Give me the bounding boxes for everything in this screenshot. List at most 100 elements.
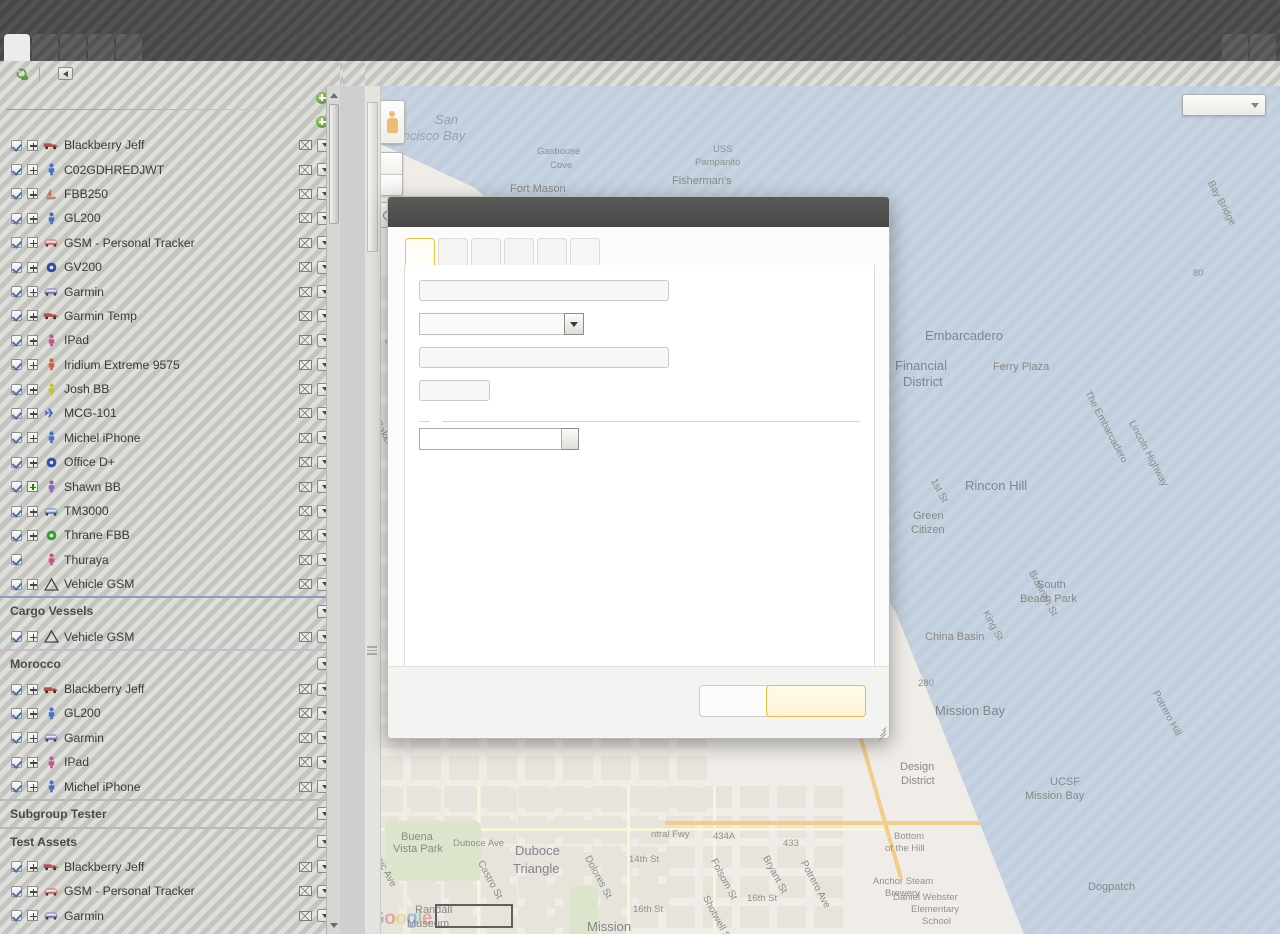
sidebar-collapse-button[interactable]: [343, 61, 365, 86]
mail-icon[interactable]: [299, 384, 312, 394]
asset-expand-icon[interactable]: [27, 237, 38, 248]
asset-expand-icon[interactable]: [27, 757, 38, 768]
chevron-down-icon[interactable]: [564, 313, 584, 335]
asset-row[interactable]: Garmin Temp: [0, 304, 340, 328]
asset-checkbox[interactable]: [11, 781, 22, 792]
asset-expand-icon[interactable]: [27, 164, 38, 175]
mail-icon[interactable]: [299, 506, 312, 516]
mail-icon[interactable]: [299, 287, 312, 297]
tab-users[interactable]: [471, 238, 501, 266]
name-input[interactable]: [419, 280, 669, 301]
asset-row[interactable]: GL200: [0, 701, 340, 725]
tab-users[interactable]: [1250, 34, 1276, 61]
asset-checkbox[interactable]: [11, 530, 22, 541]
asset-row[interactable]: IPad: [0, 750, 340, 774]
sidebar-scrollbar[interactable]: [326, 86, 340, 934]
mail-icon[interactable]: [299, 757, 312, 767]
asset-checkbox[interactable]: [11, 708, 22, 719]
asset-row[interactable]: Thuraya: [0, 548, 340, 572]
cancel-button[interactable]: [699, 685, 771, 717]
asset-expand-icon[interactable]: [27, 384, 38, 395]
asset-expand-icon[interactable]: [27, 432, 38, 443]
asset-row[interactable]: Vehicle GSM: [0, 624, 340, 648]
asset-row[interactable]: GL200: [0, 206, 340, 230]
asset-expand-icon[interactable]: [27, 408, 38, 419]
scrollbar-thumb[interactable]: [329, 104, 339, 224]
tab-reports[interactable]: [88, 34, 114, 61]
asset-checkbox[interactable]: [11, 310, 22, 321]
asset-expand-icon[interactable]: [27, 530, 38, 541]
mail-icon[interactable]: [299, 408, 312, 418]
mail-icon[interactable]: [299, 708, 312, 718]
sensitivity-input[interactable]: [419, 380, 490, 401]
asset-expand-icon[interactable]: [27, 579, 38, 590]
asset-checkbox[interactable]: [11, 432, 22, 443]
mail-icon[interactable]: [299, 684, 312, 694]
history-back-button[interactable]: [58, 67, 73, 80]
mail-icon[interactable]: [299, 733, 312, 743]
mail-icon[interactable]: [299, 213, 312, 223]
refresh-icon[interactable]: [15, 67, 28, 80]
asset-checkbox[interactable]: [11, 286, 22, 297]
mail-icon[interactable]: [299, 262, 312, 272]
dialog-title-bar[interactable]: [388, 197, 889, 227]
scroll-up-arrow[interactable]: [329, 89, 339, 101]
asset-checkbox[interactable]: [11, 886, 22, 897]
asset-checkbox[interactable]: [11, 481, 22, 492]
asset-expand-icon[interactable]: [27, 359, 38, 370]
asset-row[interactable]: FBB250: [0, 182, 340, 206]
asset-row[interactable]: Garmin: [0, 279, 340, 303]
asset-expand-icon[interactable]: [27, 781, 38, 792]
group-header[interactable]: Subgroup Tester: [0, 801, 340, 827]
asset-expand-icon[interactable]: [27, 310, 38, 321]
mail-icon[interactable]: [299, 335, 312, 345]
asset-row[interactable]: Office D+: [0, 450, 340, 474]
tab-settings[interactable]: [116, 34, 142, 61]
mail-icon[interactable]: [299, 457, 312, 467]
asset-row[interactable]: GV200: [0, 255, 340, 279]
asset-checkbox[interactable]: [11, 757, 22, 768]
mail-icon[interactable]: [299, 911, 312, 921]
asset-row[interactable]: Thrane FBB: [0, 523, 340, 547]
asset-expand-icon[interactable]: [27, 631, 38, 642]
asset-expand-icon[interactable]: [27, 262, 38, 273]
asset-row[interactable]: C02GDHREDJWT: [0, 157, 340, 181]
asset-expand-icon[interactable]: [27, 732, 38, 743]
asset-checkbox[interactable]: [11, 384, 22, 395]
asset-expand-icon[interactable]: [27, 335, 38, 346]
asset-row[interactable]: Garmin: [0, 726, 340, 750]
asset-checkbox[interactable]: [11, 732, 22, 743]
asset-checkbox[interactable]: [11, 861, 22, 872]
mail-icon[interactable]: [299, 886, 312, 896]
group-header[interactable]: Test Assets: [0, 829, 340, 855]
tab-groups[interactable]: [438, 238, 468, 266]
browse-button[interactable]: [562, 428, 579, 450]
asset-checkbox[interactable]: [11, 188, 22, 199]
save-config-button[interactable]: [766, 685, 866, 717]
asset-checkbox[interactable]: [11, 237, 22, 248]
asset-expand-icon[interactable]: [27, 886, 38, 897]
mail-icon[interactable]: [299, 862, 312, 872]
mail-icon[interactable]: [299, 482, 312, 492]
asset-expand-icon[interactable]: [27, 457, 38, 468]
asset-checkbox[interactable]: [11, 910, 22, 921]
asset-row[interactable]: Blackberry Jeff: [0, 677, 340, 701]
asset-expand-icon[interactable]: [27, 684, 38, 695]
tab-search[interactable]: [60, 34, 86, 61]
asset-row[interactable]: Garmin: [0, 904, 340, 928]
group-header[interactable]: Cargo Vessels: [0, 598, 340, 624]
mail-icon[interactable]: [299, 140, 312, 150]
asset-row[interactable]: Blackberry Jeff: [0, 855, 340, 879]
mail-icon[interactable]: [299, 782, 312, 792]
mail-icon[interactable]: [299, 555, 312, 565]
mail-icon[interactable]: [299, 238, 312, 248]
dialog-resize-grip[interactable]: [875, 724, 886, 735]
asset-row[interactable]: Michel iPhone: [0, 774, 340, 798]
asset-row[interactable]: TM3000: [0, 499, 340, 523]
asset-expand-icon[interactable]: [27, 861, 38, 872]
asset-checkbox[interactable]: [11, 359, 22, 370]
asset-expand-icon[interactable]: [27, 910, 38, 921]
asset-expand-icon[interactable]: [27, 188, 38, 199]
mail-icon[interactable]: [299, 433, 312, 443]
asset-checkbox[interactable]: [11, 457, 22, 468]
